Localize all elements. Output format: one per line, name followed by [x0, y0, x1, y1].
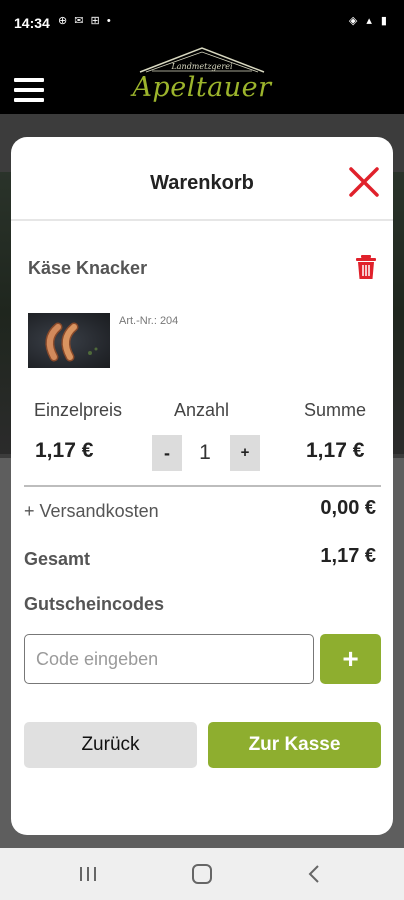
- product-image[interactable]: [28, 313, 110, 368]
- brand-logo: Landmetzgerei Apeltauer: [132, 46, 272, 110]
- shipping-value: 0,00 €: [320, 497, 376, 519]
- sausages-photo: [45, 322, 98, 362]
- close-icon: [349, 167, 379, 197]
- unit-price-header: Einzelpreis: [34, 400, 123, 420]
- home-icon: [192, 864, 212, 884]
- article-number: Art.-Nr.: 204: [119, 315, 179, 327]
- app-header: Landmetzgerei Apeltauer: [0, 46, 404, 114]
- divider: [24, 485, 381, 487]
- quantity-decrease-button[interactable]: -: [152, 435, 182, 471]
- status-bar: 14:34 ⊕ ✉ ⊞ • ◈ ▴ ▮: [0, 0, 404, 46]
- notification-icons: ⊕ ✉ ⊞ •: [58, 15, 113, 27]
- hamburger-menu-icon[interactable]: [14, 78, 44, 102]
- sum-header: Summe: [304, 400, 367, 420]
- back-button[interactable]: Zurück: [24, 722, 197, 768]
- system-nav-bar: [0, 848, 404, 900]
- quantity-value: 1: [199, 441, 211, 464]
- total-value: 1,17 €: [320, 545, 376, 567]
- modal-header: Warenkorb: [11, 137, 393, 221]
- recent-apps-button[interactable]: [74, 862, 102, 886]
- shipping-label: + Versandkosten: [24, 501, 159, 521]
- back-icon: [308, 865, 319, 883]
- add-coupon-button[interactable]: +: [320, 634, 381, 684]
- checkout-button[interactable]: Zur Kasse: [208, 722, 381, 768]
- quantity-header: Anzahl: [174, 400, 230, 420]
- close-button[interactable]: [347, 165, 381, 199]
- status-time: 14:34: [14, 15, 50, 31]
- home-button[interactable]: [188, 862, 216, 886]
- delete-item-button[interactable]: [354, 254, 378, 280]
- back-nav-button[interactable]: [301, 862, 329, 886]
- brand-name: Apeltauer: [132, 72, 272, 103]
- brand-subtitle: Landmetzgerei: [171, 62, 233, 71]
- quantity-increase-button[interactable]: +: [230, 435, 260, 471]
- unit-price-value: 1,17 €: [35, 439, 94, 462]
- recent-apps-icon: [80, 867, 96, 881]
- product-name: Käse Knacker: [28, 258, 148, 278]
- system-status-icons: ◈ ▴ ▮: [348, 15, 390, 27]
- coupon-code-input[interactable]: [24, 634, 314, 684]
- coupon-label: Gutscheincodes: [24, 594, 165, 614]
- total-label: Gesamt: [24, 549, 91, 569]
- modal-title: Warenkorb: [150, 172, 254, 194]
- cart-modal: Warenkorb Käse Knacker Art.-Nr.: 204 Ein…: [11, 137, 393, 835]
- sum-value: 1,17 €: [306, 439, 365, 462]
- trash-icon: [356, 255, 376, 279]
